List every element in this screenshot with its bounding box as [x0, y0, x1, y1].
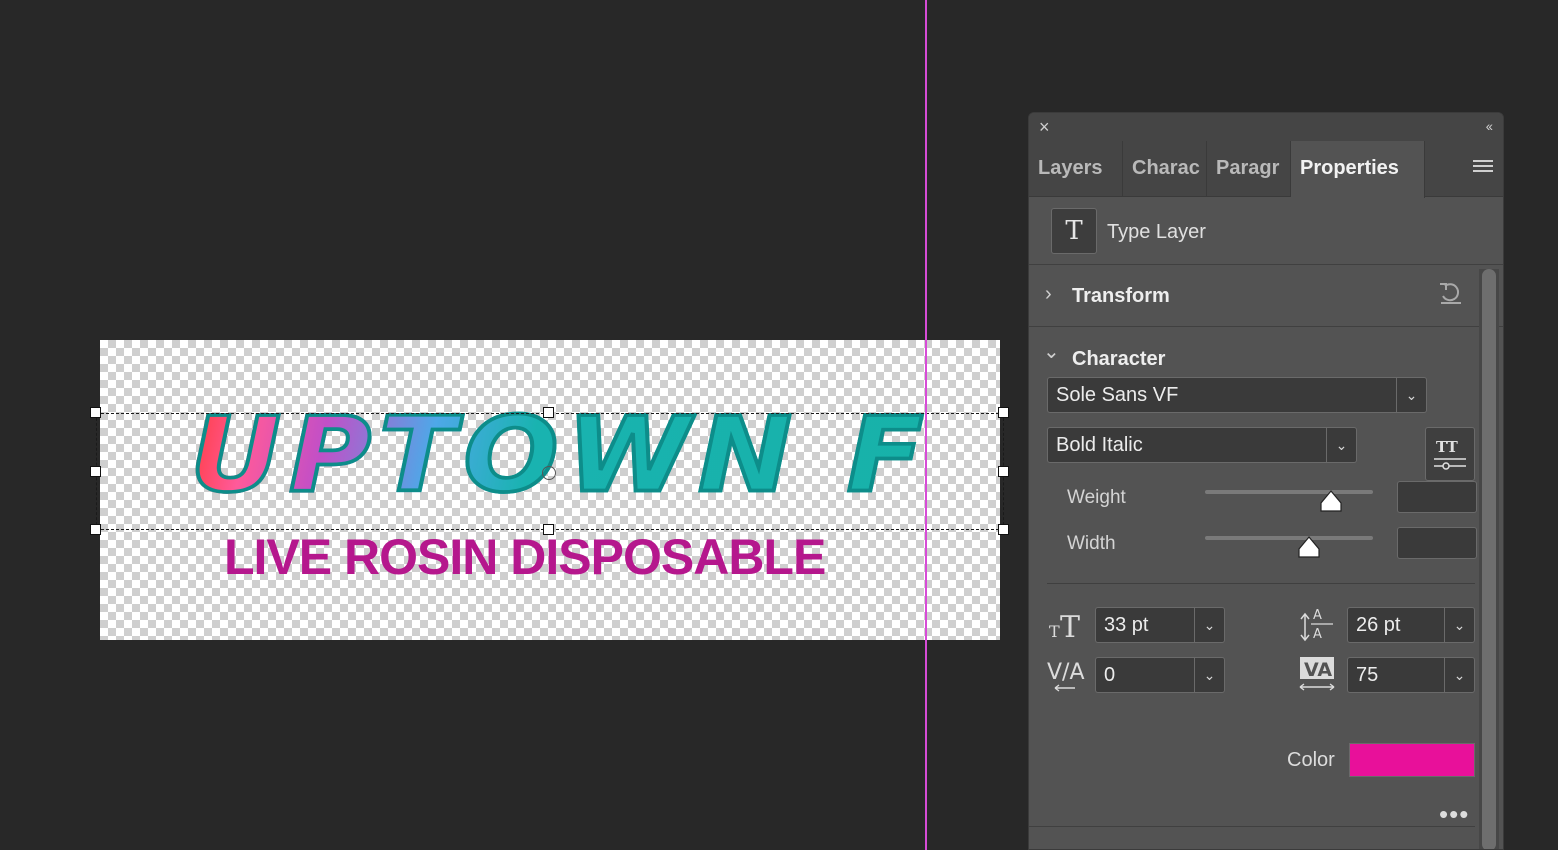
weight-label: Weight — [1067, 487, 1126, 508]
tab-character[interactable]: Charac — [1123, 141, 1207, 197]
collapse-icon[interactable]: ‹‹ — [1486, 118, 1493, 134]
panel-tab-bar: Layers Charac Paragr Properties — [1029, 141, 1503, 198]
properties-panel: × ‹‹ Layers Charac Paragr Properties T T… — [1028, 112, 1504, 850]
width-slider-thumb[interactable] — [1297, 535, 1321, 559]
reset-transform-icon[interactable] — [1437, 280, 1463, 306]
color-label: Color — [1287, 749, 1335, 771]
layer-type-row: T Type Layer — [1029, 197, 1503, 265]
chevron-down-icon: ⌄ — [1444, 658, 1474, 692]
kerning-icon: V/A — [1047, 660, 1085, 692]
tracking-select[interactable]: 75 ⌄ — [1347, 657, 1475, 693]
layer-type-label: Type Layer — [1107, 221, 1206, 243]
chevron-down-icon: ⌄ — [1326, 428, 1356, 462]
svg-text:T: T — [1060, 610, 1080, 643]
tracking-value: 75 — [1356, 664, 1379, 686]
font-family-select[interactable]: Sole Sans VF ⌄ — [1047, 377, 1427, 413]
svg-text:T: T — [1049, 622, 1060, 641]
leading-value: 26 pt — [1356, 614, 1401, 636]
font-family-value: Sole Sans VF — [1056, 384, 1179, 406]
svg-text:V/A: V/A — [1047, 660, 1085, 685]
chevron-down-icon: ⌄ — [1194, 608, 1224, 642]
transform-section-title: Transform — [1072, 285, 1170, 307]
chevron-down-icon: ⌄ — [1396, 378, 1426, 412]
panel-header: × ‹‹ — [1029, 113, 1503, 141]
reference-point-icon[interactable] — [542, 466, 556, 480]
weight-value-field[interactable] — [1397, 481, 1477, 513]
panel-scrollbar[interactable] — [1479, 269, 1499, 849]
handle-bottom-center[interactable] — [543, 524, 554, 535]
panel-menu-icon[interactable] — [1473, 160, 1493, 175]
width-slider[interactable] — [1205, 536, 1373, 540]
handle-top-center[interactable] — [543, 407, 554, 418]
font-size-value: 33 pt — [1104, 614, 1149, 636]
handle-bottom-right[interactable] — [998, 524, 1009, 535]
font-style-value: Bold Italic — [1056, 434, 1143, 456]
section-divider — [1029, 826, 1475, 827]
type-layer-icon: T — [1051, 208, 1097, 254]
chevron-down-icon[interactable]: ⌄ — [1043, 339, 1060, 364]
tracking-icon: VA — [1299, 657, 1335, 691]
font-size-select[interactable]: 33 pt ⌄ — [1095, 607, 1225, 643]
variable-font-icon[interactable]: TT — [1425, 427, 1475, 481]
svg-text:VA: VA — [1304, 659, 1332, 681]
weight-slider-thumb[interactable] — [1319, 489, 1343, 513]
chevron-down-icon: ⌄ — [1444, 608, 1474, 642]
character-section: ⌄ Character Sole Sans VF ⌄ Bold Italic ⌄… — [1029, 327, 1503, 829]
tab-properties[interactable]: Properties — [1291, 141, 1425, 198]
text-color-swatch[interactable] — [1349, 743, 1475, 777]
chevron-down-icon: ⌄ — [1194, 658, 1224, 692]
transform-section-header[interactable]: › Transform — [1029, 265, 1503, 327]
close-icon[interactable]: × — [1039, 117, 1050, 138]
character-section-title: Character — [1072, 348, 1166, 370]
section-divider — [1047, 583, 1475, 584]
handle-top-left[interactable] — [90, 407, 101, 418]
chevron-right-icon[interactable]: › — [1045, 283, 1052, 306]
svg-text:TT: TT — [1436, 438, 1459, 456]
tab-paragraph[interactable]: Paragr — [1207, 141, 1291, 197]
leading-select[interactable]: 26 pt ⌄ — [1347, 607, 1475, 643]
width-value-field[interactable] — [1397, 527, 1477, 559]
svg-text:A: A — [1313, 608, 1322, 623]
handle-middle-left[interactable] — [90, 466, 101, 477]
vertical-guide[interactable] — [925, 0, 927, 850]
scrollbar-thumb[interactable] — [1482, 269, 1496, 849]
weight-slider[interactable] — [1205, 490, 1373, 494]
tab-layers[interactable]: Layers — [1029, 141, 1123, 197]
svg-text:A: A — [1313, 627, 1322, 642]
handle-middle-right[interactable] — [998, 466, 1009, 477]
kerning-select[interactable]: 0 ⌄ — [1095, 657, 1225, 693]
handle-bottom-left[interactable] — [90, 524, 101, 535]
kerning-value: 0 — [1104, 664, 1116, 686]
handle-top-right[interactable] — [998, 407, 1009, 418]
leading-icon: A A — [1300, 608, 1333, 642]
subline-text-layer[interactable]: LIVE ROSIN DISPOSABLE — [224, 530, 884, 584]
width-label: Width — [1067, 533, 1116, 554]
font-style-select[interactable]: Bold Italic ⌄ — [1047, 427, 1357, 463]
font-size-icon: T T — [1049, 610, 1080, 643]
